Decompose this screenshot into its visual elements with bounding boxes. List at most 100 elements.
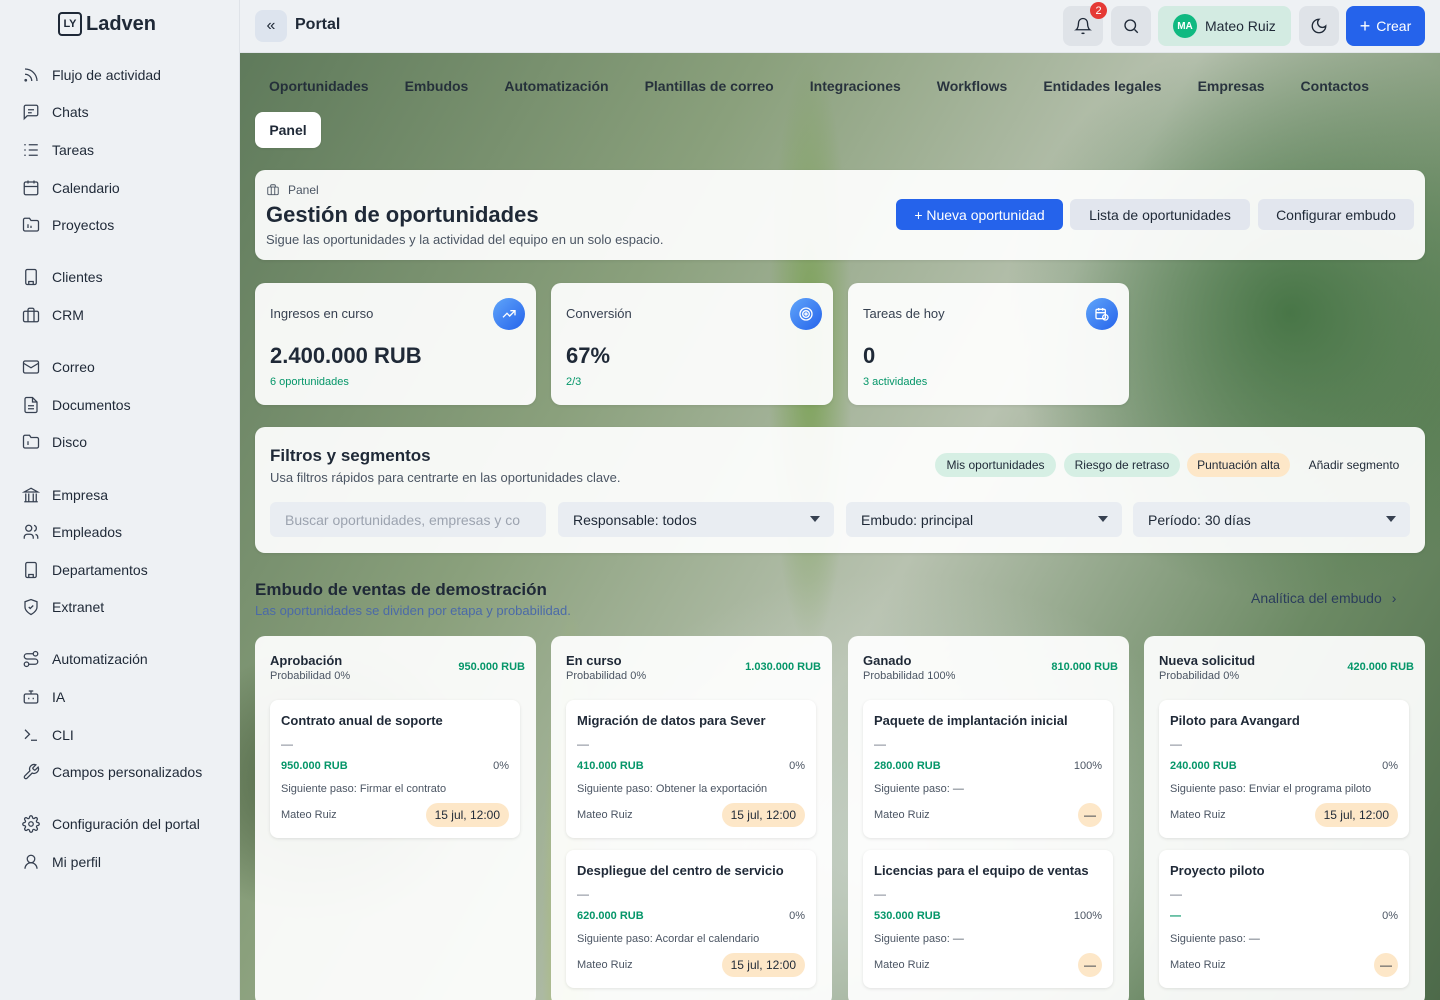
deal-due-date-badge[interactable]: — [1078, 803, 1102, 827]
configure-pipeline-button[interactable]: Configurar embudo [1258, 199, 1414, 230]
deal-next-step: Siguiente paso: Enviar el programa pilot… [1170, 783, 1372, 795]
deal-due-date-badge[interactable]: 15 jul, 12:00 [1314, 803, 1398, 827]
create-button-label: Crear [1376, 18, 1412, 34]
new-opportunity-button[interactable]: + Nueva oportunidad [896, 199, 1063, 230]
module-tab[interactable]: Integraciones [810, 78, 901, 94]
deal-next-step: Siguiente paso: Firmar el contrato [281, 783, 447, 795]
user-name: Mateo Ruiz [1205, 18, 1276, 34]
module-tab[interactable]: Empresas [1198, 78, 1265, 94]
module-tab[interactable]: Contactos [1301, 78, 1369, 94]
chevron-down-icon [1098, 516, 1108, 522]
sidebar-item[interactable]: Flujo de actividad [22, 56, 232, 94]
sidebar-item[interactable]: Departamentos [22, 551, 232, 589]
deal-card[interactable]: Proyecto piloto — — 0% Siguiente paso: — Mate… [1159, 850, 1409, 988]
filters-title: Filtros y segmentos [270, 446, 431, 465]
module-tab[interactable]: Embudos [405, 78, 469, 94]
sidebar-item[interactable]: Proyectos [22, 206, 232, 244]
deal-card[interactable]: Despliegue del centro de servicio — 620.00… [566, 850, 816, 988]
module-tab[interactable]: Automatización [504, 78, 608, 94]
stat-card-conversion: Conversión 67% 2/3 [551, 283, 833, 405]
column-name: Nueva solicitud [1159, 653, 1256, 668]
app-logo[interactable]: LY Ladven [58, 12, 156, 36]
deal-name: Licencias para el equipo de ventas [874, 863, 1089, 878]
sidebar-item-label: CLI [52, 726, 74, 743]
sidebar-item[interactable]: CRM [22, 296, 232, 334]
sidebar-nav: Flujo de actividad Chats Tareas Calendario P… [22, 56, 232, 881]
deal-due-date-badge[interactable]: — [1078, 953, 1102, 977]
deal-probability: 0% [493, 760, 509, 772]
opportunity-list-button[interactable]: Lista de oportunidades [1070, 199, 1250, 230]
filters-subtitle: Usa filtros rápidos para centrarte en la… [270, 470, 621, 485]
segment-high-score[interactable]: Puntuación alta [1187, 453, 1290, 477]
sidebar-item[interactable]: Automatización [22, 641, 232, 679]
deal-card[interactable]: Contrato anual de soporte — 950.000 RUB 0% S… [270, 700, 520, 838]
sidebar-item[interactable]: Chats [22, 94, 232, 132]
module-tab[interactable]: Workflows [937, 78, 1008, 94]
deal-probability: 100% [1073, 760, 1102, 772]
document-icon [24, 396, 38, 413]
sidebar-item[interactable]: Extranet [22, 589, 232, 627]
nav-group-spacer [22, 626, 232, 641]
notifications-button[interactable]: 2 [1063, 2, 1107, 46]
chevron-right-icon: › [1391, 590, 1397, 606]
deal-description: — [1170, 887, 1182, 901]
rss-icon [24, 68, 38, 82]
deal-amount: 950.000 RUB [281, 760, 348, 772]
segment-my-opportunities[interactable]: Mis oportunidades [935, 453, 1056, 477]
subtab-panel[interactable]: Panel [255, 112, 321, 148]
period-select[interactable]: Período: 30 días [1133, 502, 1410, 537]
sidebar-item[interactable]: Tareas [22, 131, 232, 169]
nav-group-spacer [22, 334, 232, 349]
deal-due-date-badge[interactable]: 15 jul, 12:00 [721, 953, 805, 977]
pipeline-select[interactable]: Embudo: principal [846, 502, 1122, 537]
sidebar-item[interactable]: Empleados [22, 513, 232, 551]
building-icon [25, 561, 37, 578]
deal-due-date-badge[interactable]: 15 jul, 12:00 [721, 803, 805, 827]
stat-card-revenue: Ingresos en curso 2.400.000 RUB 6 oportu… [255, 283, 536, 405]
mail-icon [22, 360, 40, 374]
sidebar-item[interactable]: CLI [22, 716, 232, 754]
owner-select[interactable]: Responsable: todos [558, 502, 834, 537]
sidebar-item[interactable]: Campos personalizados [22, 753, 232, 791]
pipeline-select-value: Embudo: principal [861, 511, 974, 528]
sidebar-item[interactable]: Documentos [22, 386, 232, 424]
sidebar-item-label: Campos personalizados [52, 764, 203, 781]
sidebar-item-label: Disco [52, 434, 88, 451]
deal-name: Paquete de implantación inicial [874, 713, 1068, 728]
module-tab[interactable]: Entidades legales [1043, 78, 1161, 94]
pipeline-analytics-link[interactable]: Analítica del embudo › [1251, 590, 1396, 606]
deal-probability: 0% [1382, 910, 1398, 922]
create-button[interactable]: + Crear [1346, 6, 1425, 46]
sidebar-item[interactable]: Calendario [22, 169, 232, 207]
chat-icon [23, 105, 39, 121]
sidebar-item[interactable]: Configuración del portal [22, 806, 232, 844]
deal-card[interactable]: Paquete de implantación inicial — 280.000 … [863, 700, 1113, 838]
sidebar-item[interactable]: IA [22, 678, 232, 716]
deal-card[interactable]: Migración de datos para Sever — 410.000 RU… [566, 700, 816, 838]
collapse-sidebar-button[interactable]: « [255, 10, 287, 42]
module-tab[interactable]: Plantillas de correo [645, 78, 774, 94]
user-icon [24, 854, 38, 869]
sidebar-item[interactable]: Empresa [22, 476, 232, 514]
column-amount: 1.030.000 RUB [745, 661, 821, 673]
deal-card[interactable]: Piloto para Avangard — 240.000 RUB 0% Siguie… [1159, 700, 1409, 838]
segment-delay-risk[interactable]: Riesgo de retraso [1064, 453, 1180, 477]
module-tab[interactable]: Oportunidades [269, 78, 369, 94]
deal-due-date-badge[interactable]: 15 jul, 12:00 [425, 803, 509, 827]
search-button[interactable] [1111, 6, 1151, 46]
deal-due-date-badge[interactable]: — [1374, 953, 1398, 977]
gear-icon [22, 815, 40, 834]
briefcase-icon [267, 184, 279, 196]
sidebar-item[interactable]: Clientes [22, 259, 232, 297]
sidebar-item-label: IA [52, 689, 66, 706]
search-input[interactable]: Buscar oportunidades, empresas y co [270, 502, 546, 537]
user-menu-button[interactable]: MA Mateo Ruiz [1158, 6, 1291, 46]
deal-card[interactable]: Licencias para el equipo de ventas — 530.0… [863, 850, 1113, 988]
sidebar-item[interactable]: Mi perfil [22, 843, 232, 881]
add-segment-button[interactable]: Añadir segmento [1298, 453, 1410, 477]
sidebar-item[interactable]: Correo [22, 348, 232, 386]
filters-card: Filtros y segmentos Usa filtros rápidos … [255, 427, 1425, 553]
sidebar-item[interactable]: Disco [22, 424, 232, 462]
avatar: MA [1173, 14, 1197, 38]
theme-toggle-button[interactable] [1299, 6, 1339, 46]
